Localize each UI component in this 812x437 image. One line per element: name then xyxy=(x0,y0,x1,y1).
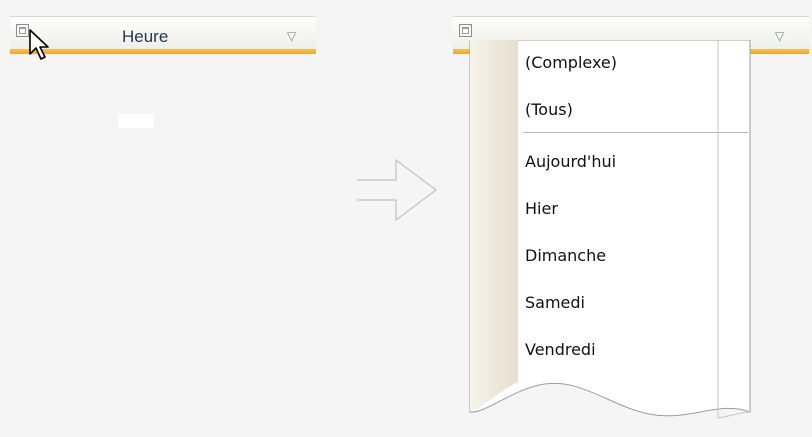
right-arrow-icon xyxy=(357,158,438,222)
blank-area xyxy=(118,114,154,128)
menu-item-vendredi[interactable]: Vendredi xyxy=(525,333,745,380)
mouse-pointer-icon xyxy=(29,29,49,60)
filter-dropdown-menu[interactable]: (Complexe) (Tous) Aujourd'hui Hier Diman… xyxy=(469,40,751,420)
menu-item-aujourdhui[interactable]: Aujourd'hui xyxy=(525,145,745,192)
column-header-heure[interactable]: Heure ▽ xyxy=(10,16,316,54)
filter-icon[interactable] xyxy=(459,24,472,37)
menu-item-dimanche[interactable]: Dimanche xyxy=(525,239,745,286)
triangle-down-icon[interactable]: ▽ xyxy=(775,29,784,43)
menu-item-complexe[interactable]: (Complexe) xyxy=(525,46,745,93)
triangle-down-icon[interactable]: ▽ xyxy=(287,29,296,43)
column-header-title: Heure xyxy=(122,27,169,46)
menu-separator xyxy=(523,132,748,133)
menu-item-samedi[interactable]: Samedi xyxy=(525,286,745,333)
header-accent-bar xyxy=(10,49,316,54)
menu-item-hier[interactable]: Hier xyxy=(525,192,745,239)
